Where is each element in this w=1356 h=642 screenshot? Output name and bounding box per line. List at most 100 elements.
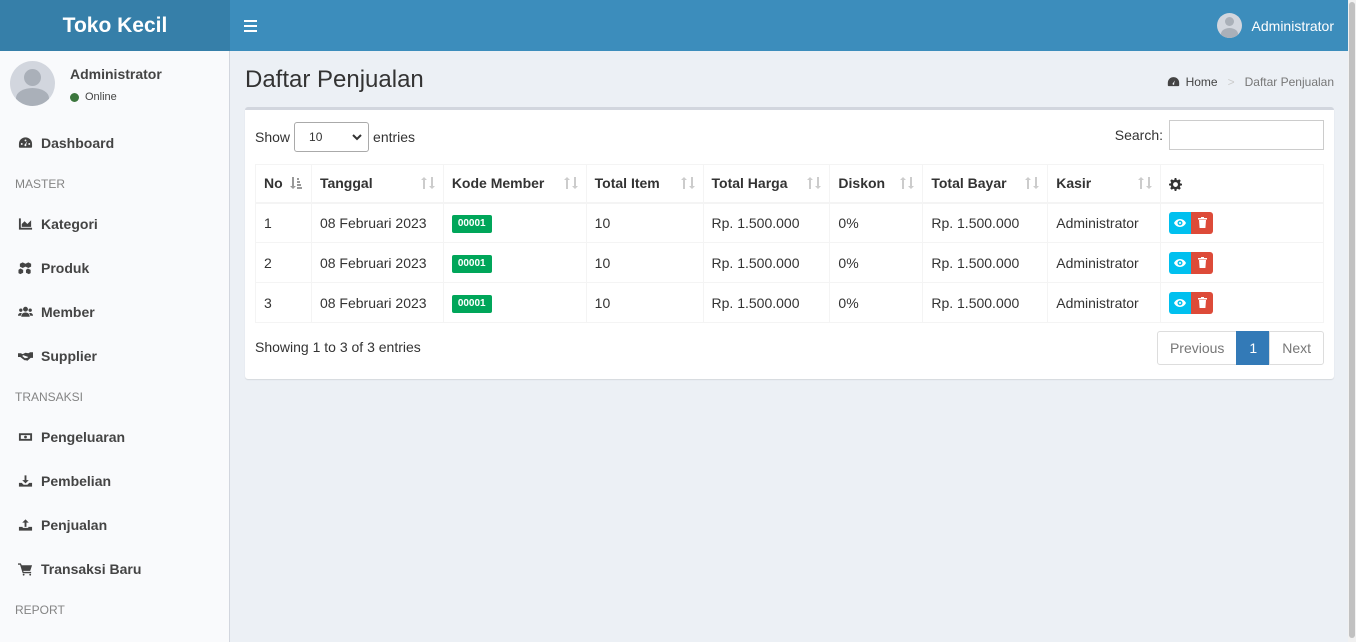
cell-actions: [1160, 202, 1324, 243]
page-1-button[interactable]: 1: [1236, 331, 1271, 365]
sort-icon: [420, 177, 435, 189]
scrollbar-thumb[interactable]: [1349, 2, 1355, 638]
table-row: 2 08 Februari 2023 00001 10 Rp. 1.500.00…: [255, 242, 1324, 283]
cell-total-bayar: Rp. 1.500.000: [922, 202, 1049, 243]
menu-header-master: MASTER: [15, 176, 66, 191]
cell-total-item: 10: [585, 202, 704, 243]
delete-button[interactable]: [1191, 251, 1214, 274]
pagination: Previous 1 Next: [1156, 331, 1324, 365]
brand-logo[interactable]: Toko Kecil: [0, 0, 230, 51]
view-button[interactable]: [1169, 211, 1192, 234]
member-code-badge: 00001: [451, 214, 492, 233]
table-row: 3 08 Februari 2023 00001 10 Rp. 1.500.00…: [255, 282, 1324, 323]
table-info: Showing 1 to 3 of 3 entries: [255, 339, 421, 355]
column-header-diskon[interactable]: Diskon: [829, 164, 924, 204]
handshake-icon: [18, 352, 33, 361]
cell-total-item: 10: [585, 242, 704, 283]
sidebar-item-pengeluaran[interactable]: Pengeluaran: [0, 415, 229, 459]
eye-icon: [1174, 298, 1187, 307]
search-label: Search:: [1114, 127, 1163, 143]
cell-diskon: 0%: [829, 242, 924, 283]
sales-table: No Tanggal Kode Member Total Item Total …: [255, 164, 1324, 323]
cell-kode-member: 00001: [442, 242, 587, 283]
sidebar-item-label: Penjualan: [41, 517, 108, 533]
table-search: Search:: [1115, 120, 1324, 150]
cell-actions: [1160, 282, 1324, 323]
sidebar-user-name: Administrator: [70, 66, 162, 82]
cell-actions: [1160, 242, 1324, 283]
sort-icon: [680, 177, 695, 189]
cell-total-bayar: Rp. 1.500.000: [922, 282, 1049, 323]
sort-icon: [563, 177, 578, 189]
sidebar-item-label: Member: [41, 304, 95, 320]
sidebar-item-produk[interactable]: Produk: [0, 246, 229, 290]
cell-kode-member: 00001: [442, 282, 587, 323]
view-button[interactable]: [1169, 251, 1192, 274]
upload-icon: [18, 519, 33, 531]
cell-no: 1: [255, 202, 312, 243]
sort-icon: [807, 177, 822, 189]
sidebar: Administrator Online Dashboard MASTER Ka…: [0, 51, 230, 642]
cell-total-harga: Rp. 1.500.000: [702, 282, 831, 323]
entries-label: entries: [373, 129, 416, 145]
sidebar-item-penjualan[interactable]: Penjualan: [0, 503, 229, 547]
sidebar-item-member[interactable]: Member: [0, 290, 229, 334]
online-status-icon: [70, 92, 79, 102]
sidebar-item-label: Pengeluaran: [41, 429, 126, 445]
cell-tanggal: 08 Februari 2023: [310, 242, 444, 283]
column-header-kasir[interactable]: Kasir: [1047, 164, 1162, 204]
user-status: Online: [70, 91, 117, 103]
cubes-icon: [18, 262, 32, 275]
breadcrumb-home[interactable]: Home: [1186, 75, 1218, 89]
next-page-button[interactable]: Next: [1269, 331, 1324, 365]
column-header-total-harga[interactable]: Total Harga: [702, 164, 831, 204]
top-navbar: Administrator: [230, 0, 1348, 51]
download-icon: [18, 475, 33, 487]
cell-kasir: Administrator: [1047, 202, 1162, 243]
sidebar-item-label: Dashboard: [41, 135, 115, 151]
search-input[interactable]: [1169, 120, 1324, 150]
sidebar-item-label: Kategori: [41, 216, 98, 232]
view-button[interactable]: [1169, 291, 1192, 314]
column-header-total-bayar[interactable]: Total Bayar: [922, 164, 1049, 204]
cell-no: 2: [255, 242, 312, 283]
sidebar-item-pembelian[interactable]: Pembelian: [0, 459, 229, 503]
table-header-row: No Tanggal Kode Member Total Item Total …: [255, 164, 1324, 204]
cell-kasir: Administrator: [1047, 242, 1162, 283]
column-header-total-item[interactable]: Total Item: [585, 164, 704, 204]
breadcrumb: Home > Daftar Penjualan: [1167, 75, 1334, 89]
breadcrumb-current: Daftar Penjualan: [1244, 75, 1334, 89]
delete-button[interactable]: [1191, 291, 1214, 314]
sidebar-item-supplier[interactable]: Supplier: [0, 334, 229, 378]
cell-diskon: 0%: [829, 282, 924, 323]
chart-icon: [18, 218, 33, 230]
trash-icon: [1197, 257, 1207, 268]
dashboard-icon: [18, 137, 33, 148]
delete-button[interactable]: [1191, 211, 1214, 234]
sort-asc-icon: [289, 177, 302, 189]
entries-select[interactable]: 10: [294, 122, 370, 152]
sidebar-item-label: Supplier: [41, 348, 98, 364]
column-header-kode-member[interactable]: Kode Member: [442, 164, 587, 204]
chevron-down-icon: [352, 133, 362, 140]
entries-select-value: 10: [309, 130, 323, 144]
menu-toggle-icon[interactable]: [244, 17, 258, 33]
sidebar-item-kategori[interactable]: Kategori: [0, 202, 229, 246]
cell-no: 3: [255, 282, 312, 323]
column-header-tanggal[interactable]: Tanggal: [310, 164, 444, 204]
eye-icon: [1174, 258, 1187, 267]
sidebar-item-transaksi-baru[interactable]: Transaksi Baru: [0, 547, 229, 591]
money-icon: [18, 433, 33, 441]
page-scrollbar[interactable]: [1348, 0, 1356, 642]
cell-total-item: 10: [585, 282, 704, 323]
previous-page-button[interactable]: Previous: [1156, 331, 1238, 365]
sidebar-item-dashboard[interactable]: Dashboard: [0, 121, 229, 165]
column-header-no[interactable]: No: [255, 164, 312, 204]
sidebar-item-label: Pembelian: [41, 473, 112, 489]
sales-table-box: Show 10 entries Search: No Tanggal Kode …: [245, 107, 1334, 379]
menu-header-transaksi: TRANSAKSI: [15, 389, 84, 404]
show-label: Show: [255, 129, 291, 145]
users-icon: [18, 306, 33, 317]
cell-total-bayar: Rp. 1.500.000: [922, 242, 1049, 283]
navbar-user-menu[interactable]: Administrator: [1216, 13, 1334, 38]
